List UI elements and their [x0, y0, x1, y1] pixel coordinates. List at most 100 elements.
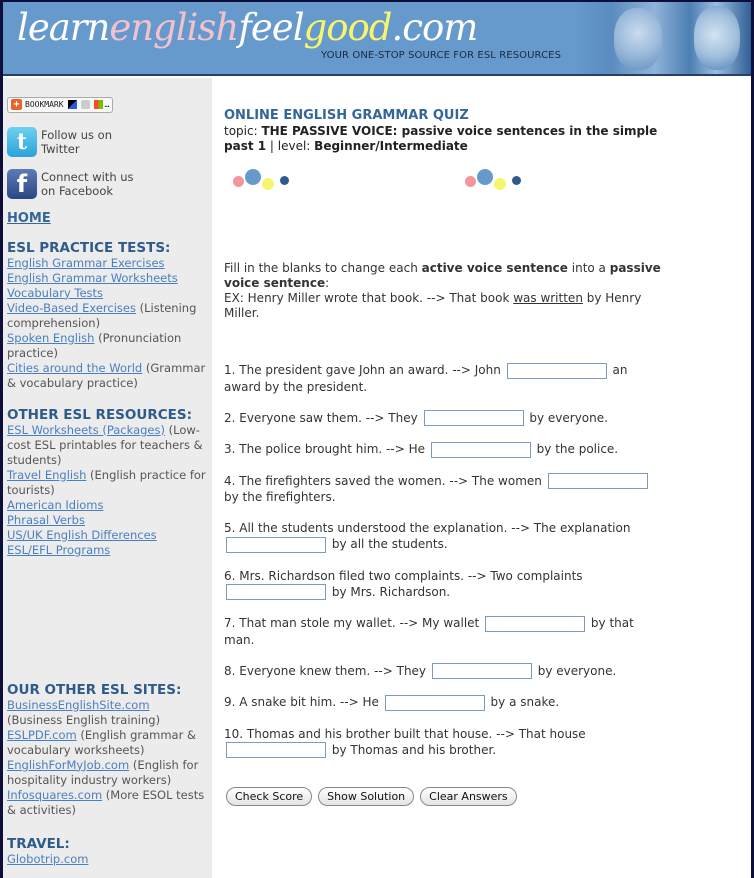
question-text: 4. The firefighters saved the women. -->… — [224, 473, 542, 488]
question-suffix: by everyone. — [537, 663, 617, 678]
digg-icon — [80, 100, 90, 109]
sidebar-link[interactable]: US/UK English Differences — [7, 528, 157, 542]
more-icon: … — [104, 100, 110, 109]
question-text: 3. The police brought him. --> He — [224, 442, 425, 456]
check-score-button[interactable]: Check Score — [226, 787, 313, 806]
instr-bold: active voice sentence — [421, 261, 568, 275]
bookmark-label: BOOKMARK — [25, 100, 64, 109]
sidebar-item: ESLPDF.com (English grammar & vocabulary… — [7, 728, 208, 758]
sidebar-link[interactable]: Vocabulary Tests — [7, 286, 103, 300]
site-header: learnenglishfeelgood.com YOUR ONE-STOP S… — [3, 2, 751, 76]
question-text: 6. Mrs. Richardson filed two complaints.… — [224, 568, 583, 583]
sidebar-link[interactable]: Spoken English — [7, 331, 94, 345]
sidebar-item: EnglishForMyJob.com (English for hospita… — [7, 758, 208, 788]
sidebar-item: US/UK English Differences — [7, 528, 208, 543]
example-answer: was written — [513, 291, 583, 305]
question-item: 8. Everyone knew them. --> They by every… — [224, 663, 664, 679]
question-item: 1. The president gave John an award. -->… — [224, 362, 664, 395]
site-tagline: YOUR ONE-STOP SOURCE FOR ESL RESOURCES — [321, 50, 562, 61]
sidebar-item: Phrasal Verbs — [7, 513, 208, 528]
clear-answers-button[interactable]: Clear Answers — [420, 787, 517, 806]
sidebar-link[interactable]: English Grammar Exercises — [7, 256, 165, 270]
photo-person — [694, 6, 740, 70]
sidebar-item: Vocabulary Tests — [7, 286, 208, 301]
question-suffix: by the firefighters. — [224, 490, 336, 504]
sidebar-link[interactable]: BusinessEnglishSite.com — [7, 698, 150, 712]
sidebar-item: English Grammar Worksheets — [7, 271, 208, 286]
question-item: 6. Mrs. Richardson filed two complaints.… — [224, 568, 664, 600]
question-suffix: by all the students. — [331, 537, 448, 551]
sidebar-item: Travel English (English practice for tou… — [7, 468, 208, 498]
question-text: 2. Everyone saw them. --> They — [224, 410, 418, 425]
question-item: 9. A snake bit him. --> He by a snake. — [224, 694, 664, 711]
main-content: ONLINE ENGLISH GRAMMAR QUIZ topic: THE P… — [224, 108, 664, 758]
sidebar-item: Globotrip.com — [7, 852, 208, 867]
question-text: 9. A snake bit him. --> He — [224, 695, 379, 709]
section-title-travel: TRAVEL: — [7, 835, 70, 852]
sidebar-link[interactable]: English Grammar Worksheets — [7, 271, 178, 285]
sidebar-link[interactable]: American Idioms — [7, 498, 104, 512]
answer-input-5[interactable] — [226, 536, 326, 553]
answer-input-8[interactable] — [431, 663, 532, 679]
bookmark-button[interactable]: + BOOKMARK … — [7, 96, 114, 113]
section-title-other-sites: OUR OTHER ESL SITES: — [7, 681, 182, 698]
answer-input-10[interactable] — [226, 742, 326, 758]
quiz-title: ONLINE ENGLISH GRAMMAR QUIZ — [224, 108, 469, 123]
twitter-text: Follow us on — [41, 127, 112, 142]
home-link[interactable]: HOME — [7, 211, 208, 226]
sidebar-link[interactable]: Phrasal Verbs — [7, 513, 85, 527]
question-item: 3. The police brought him. --> He by the… — [224, 441, 664, 458]
question-text: 1. The president gave John an award. -->… — [224, 363, 501, 377]
windows-icon — [93, 100, 103, 109]
sidebar-link[interactable]: ESL Worksheets (Packages) — [7, 423, 165, 437]
answer-input-9[interactable] — [384, 694, 485, 711]
logo-part: good — [303, 6, 393, 49]
answer-input-7[interactable] — [485, 615, 586, 632]
plus-icon: + — [11, 99, 22, 110]
sidebar-item: ESL Worksheets (Packages) (Low-cost ESL … — [7, 423, 208, 468]
sidebar-link[interactable]: Cities around the World — [7, 361, 142, 375]
level-label: | level: — [266, 139, 315, 153]
question-suffix: by a snake. — [490, 695, 560, 709]
twitter-link[interactable]: t Follow us on Twitter — [7, 126, 208, 157]
question-item: 7. That man stole my wallet. --> My wall… — [224, 615, 664, 648]
question-text: 8. Everyone knew them. --> They — [224, 663, 427, 678]
sidebar-item: English Grammar Exercises — [7, 256, 208, 271]
sidebar-link[interactable]: Infosquares.com — [7, 788, 102, 802]
answer-input-6[interactable] — [226, 584, 326, 600]
answer-input-2[interactable] — [423, 410, 524, 426]
quiz-topic: topic: THE PASSIVE VOICE: passive voice … — [224, 124, 664, 154]
dot-icon — [245, 169, 261, 185]
sidebar-link[interactable]: ESL/EFL Programs — [7, 543, 110, 557]
facebook-link[interactable]: f Connect with us on Facebook — [7, 168, 208, 199]
question-item: 5. All the students understood the expla… — [224, 520, 664, 553]
facebook-text: Connect with us — [41, 169, 134, 184]
sidebar-link[interactable]: Globotrip.com — [7, 852, 88, 866]
header-photo — [576, 2, 751, 74]
instr-text: Fill in the blanks to change each — [224, 261, 422, 275]
sidebar-link[interactable]: EnglishForMyJob.com — [7, 758, 129, 772]
question-text: 5. All the students understood the expla… — [224, 521, 631, 535]
decorative-dots — [224, 166, 664, 190]
topic-label: topic: — [224, 124, 262, 138]
sidebar-link[interactable]: Video-Based Exercises — [7, 301, 136, 315]
answer-input-1[interactable] — [506, 362, 607, 379]
instr-text: into a — [567, 261, 610, 275]
instr-text: : — [325, 276, 330, 290]
logo-part: .com — [391, 6, 478, 49]
answer-input-4[interactable] — [547, 473, 648, 489]
example-text: EX: Henry Miller wrote that book. --> Th… — [224, 291, 514, 305]
answer-input-3[interactable] — [430, 441, 531, 458]
show-solution-button[interactable]: Show Solution — [318, 787, 415, 806]
sidebar-item: Video-Based Exercises (Listening compreh… — [7, 301, 208, 331]
question-suffix: by Thomas and his brother. — [331, 742, 497, 757]
sidebar-item: ESL/EFL Programs — [7, 543, 208, 558]
sidebar-link[interactable]: ESLPDF.com — [7, 728, 77, 742]
question-text: 10. Thomas and his brother built that ho… — [224, 726, 586, 741]
question-suffix: by the police. — [536, 442, 619, 456]
sidebar-link[interactable]: Travel English — [7, 468, 86, 482]
logo-part: feel — [238, 6, 304, 49]
section-title-practice-tests: ESL PRACTICE TESTS: — [7, 239, 171, 256]
quiz-instructions: Fill in the blanks to change each active… — [224, 261, 664, 321]
site-logo[interactable]: learnenglishfeelgood.com — [17, 6, 478, 49]
